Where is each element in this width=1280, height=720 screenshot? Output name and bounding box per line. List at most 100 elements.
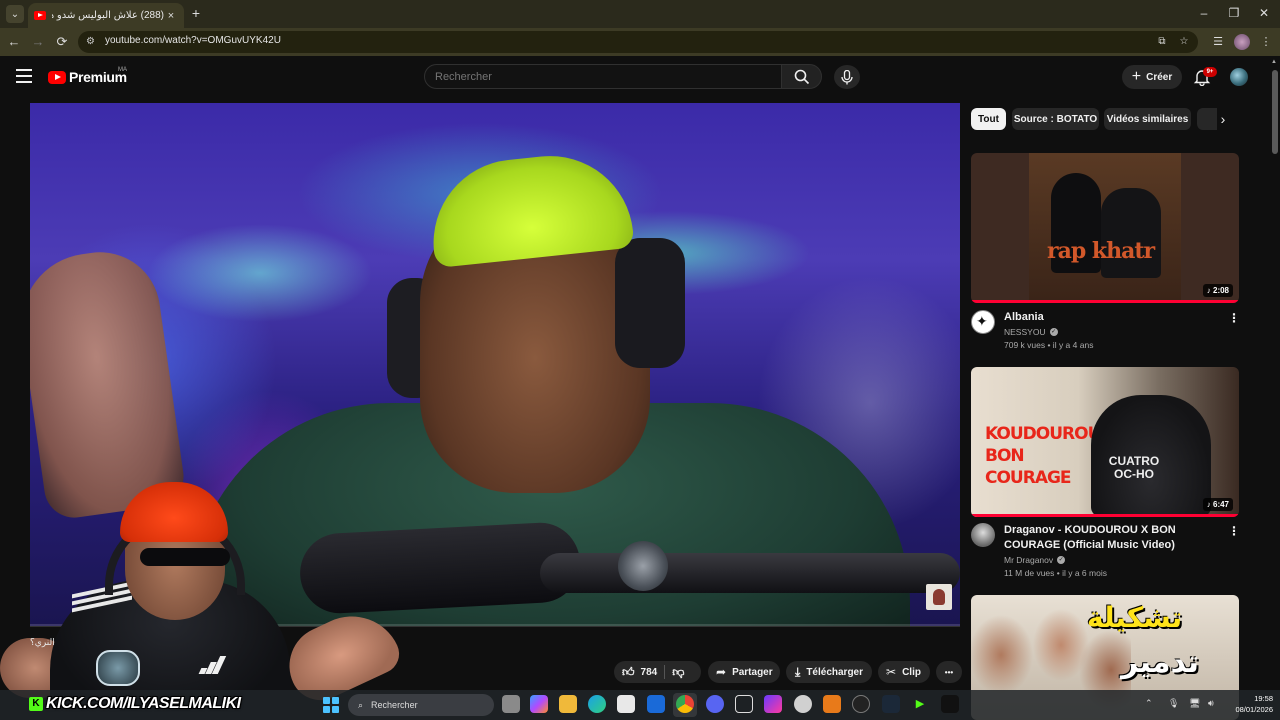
tray-network-icon[interactable]: 🖥︎: [1189, 698, 1200, 709]
clip-button[interactable]: ✂ Clip: [878, 661, 930, 683]
kick-streamer-icon[interactable]: ▶: [911, 695, 929, 713]
bookmark-star-icon[interactable]: ☆: [1178, 36, 1190, 48]
download-arrow-icon: ⤓: [795, 664, 801, 679]
windows-start-icon[interactable]: [323, 697, 339, 713]
address-bar-url: youtube.com/watch?v=OMGuvUYK42U: [105, 35, 281, 46]
share-button[interactable]: ➦ Partager: [708, 661, 780, 683]
browser-toolbar: ← → ⟳ ⚙ youtube.com/watch?v=OMGuvUYK42U …: [0, 28, 1280, 56]
scrollbar-thumb[interactable]: [1272, 70, 1278, 154]
copilot-icon[interactable]: [530, 695, 548, 713]
search-input[interactable]: [435, 71, 765, 83]
scroll-up-arrow-icon[interactable]: ▲: [1271, 59, 1277, 65]
search-button[interactable]: [781, 64, 822, 89]
chip-similar-videos[interactable]: Vidéos similaires: [1104, 108, 1191, 130]
youtube-header: Premium MA + Créer: [0, 56, 1270, 100]
tray-microphone-icon[interactable]: 🎙︎: [1168, 698, 1179, 709]
task-view-icon[interactable]: [502, 695, 520, 713]
video-duration: ♪ 6:47: [1202, 498, 1233, 511]
microsoft-store-icon[interactable]: [617, 695, 635, 713]
like-thumbs-up-icon[interactable]: 👍︎: [622, 665, 635, 680]
tab-close-icon[interactable]: ×: [164, 9, 178, 23]
video-options-kebab-icon[interactable]: ⋮: [1228, 524, 1240, 538]
chips-next-chevron-icon[interactable]: ›: [1214, 110, 1232, 128]
outlook-mail-icon[interactable]: [647, 695, 665, 713]
site-info-icon[interactable]: ⚙: [86, 36, 98, 48]
like-count[interactable]: 784: [641, 667, 658, 678]
forward-arrow-icon[interactable]: →: [30, 34, 46, 50]
video-thumbnail-koudourou[interactable]: KOUDOUROU BON COURAGE CUATRO OC-HO ♪ 6:4…: [971, 367, 1239, 517]
like-divider: [664, 665, 666, 679]
window-minimize-button[interactable]: –: [1188, 4, 1220, 22]
steam-icon[interactable]: [882, 695, 900, 713]
tray-volume-icon[interactable]: 🔊︎: [1208, 698, 1214, 709]
reload-icon[interactable]: ⟳: [54, 34, 70, 50]
create-label: Créer: [1146, 71, 1173, 83]
download-label: Télécharger: [806, 666, 864, 678]
streamer-sunglasses: [140, 548, 230, 566]
video-thumbnail-albania[interactable]: rap khatr ♪ 2:08: [971, 153, 1239, 303]
video-channel[interactable]: NESSYOU ✓: [1004, 327, 1058, 337]
browser-tab-active[interactable]: (288) علاش البوليس شدو هاد الـ... ×: [28, 3, 184, 28]
taskbar-search[interactable]: ⌕ Rechercher: [348, 694, 494, 716]
video-channel-watermark[interactable]: [926, 584, 952, 610]
game-launcher-icon[interactable]: [764, 695, 782, 713]
channel-name: Mr Draganov: [1004, 555, 1054, 565]
video-options-kebab-icon[interactable]: ⋮: [1228, 311, 1240, 325]
create-button[interactable]: + Créer: [1122, 65, 1182, 89]
window-maximize-button[interactable]: ❐: [1218, 4, 1250, 22]
back-arrow-icon[interactable]: ←: [6, 34, 22, 50]
channel-avatar-nessyou[interactable]: [971, 310, 995, 334]
page-scrollbar[interactable]: [1270, 56, 1280, 690]
youtube-premium-logo[interactable]: Premium: [48, 69, 127, 85]
tab-title: (288) علاش البوليس شدو هاد الـ...: [52, 10, 164, 21]
streamer-facecam-overlay: [0, 470, 406, 720]
inbox-tray-icon[interactable]: [735, 695, 753, 713]
browser-menu-icon[interactable]: ⋮: [1258, 34, 1274, 50]
window-close-button[interactable]: ✕: [1248, 4, 1280, 22]
install-app-icon[interactable]: ⧉: [1156, 36, 1168, 48]
share-label: Partager: [732, 666, 773, 678]
account-avatar[interactable]: [1230, 68, 1248, 86]
youtube-favicon-icon: [34, 11, 46, 20]
search-box[interactable]: [424, 64, 782, 89]
channel-avatar-draganov[interactable]: [971, 523, 995, 547]
tray-overflow-chevron-icon[interactable]: ⌃: [1145, 698, 1153, 709]
profile-avatar-icon[interactable]: [1234, 34, 1250, 50]
obs-studio-icon[interactable]: [794, 695, 812, 713]
kick-channel-banner: KICK.COM/ILYASELMALIKI: [46, 695, 241, 712]
riot-client-icon[interactable]: [823, 695, 841, 713]
chrome-icon[interactable]: [676, 695, 694, 713]
panther-crest-icon: [96, 650, 140, 686]
video-title[interactable]: Draganov - KOUDOUROU X BON COURAGE (Offi…: [1004, 523, 1222, 553]
new-tab-button[interactable]: +: [188, 5, 204, 21]
video-channel[interactable]: Mr Draganov ✓: [1004, 555, 1066, 565]
video-title[interactable]: Albania: [1004, 310, 1222, 325]
taskbar-clock-date[interactable]: 08/01/2026: [1226, 705, 1273, 714]
taskbar-clock-time[interactable]: 19:58: [1247, 694, 1273, 703]
plus-icon: +: [1131, 68, 1142, 85]
taskbar-search-label: Rechercher: [371, 700, 418, 710]
dislike-thumbs-down-icon[interactable]: 👎︎: [672, 665, 684, 680]
video-scene-microphone: [298, 520, 960, 616]
voice-search-button[interactable]: [834, 65, 860, 89]
tab-search-dropdown[interactable]: ⌄: [6, 5, 24, 23]
verified-check-icon: ✓: [1057, 556, 1066, 564]
epic-games-icon[interactable]: [852, 695, 870, 713]
chip-all[interactable]: Tout: [971, 108, 1006, 130]
notifications-badge: 9+: [1203, 67, 1217, 77]
edge-browser-icon[interactable]: [588, 695, 606, 713]
chip-source-botato[interactable]: Source : BOTATO: [1012, 108, 1099, 130]
thumb-arabic-title-1: تشكيلة: [1087, 601, 1183, 634]
scissors-icon: ✂: [886, 665, 897, 679]
file-explorer-icon[interactable]: [559, 695, 577, 713]
guide-menu-icon[interactable]: [16, 69, 32, 83]
thumb-figure-right: [1101, 188, 1161, 278]
discord-icon[interactable]: [706, 695, 724, 713]
watched-progress-bar: [971, 300, 1239, 303]
more-actions-button[interactable]: •••: [936, 661, 962, 683]
download-button[interactable]: ⤓ Télécharger: [786, 661, 872, 683]
media-controls-icon[interactable]: ☰: [1210, 34, 1226, 50]
capcut-icon[interactable]: [941, 695, 959, 713]
address-bar[interactable]: ⚙ youtube.com/watch?v=OMGuvUYK42U ⧉ ☆: [78, 31, 1198, 53]
youtube-logo-icon: [48, 70, 66, 84]
